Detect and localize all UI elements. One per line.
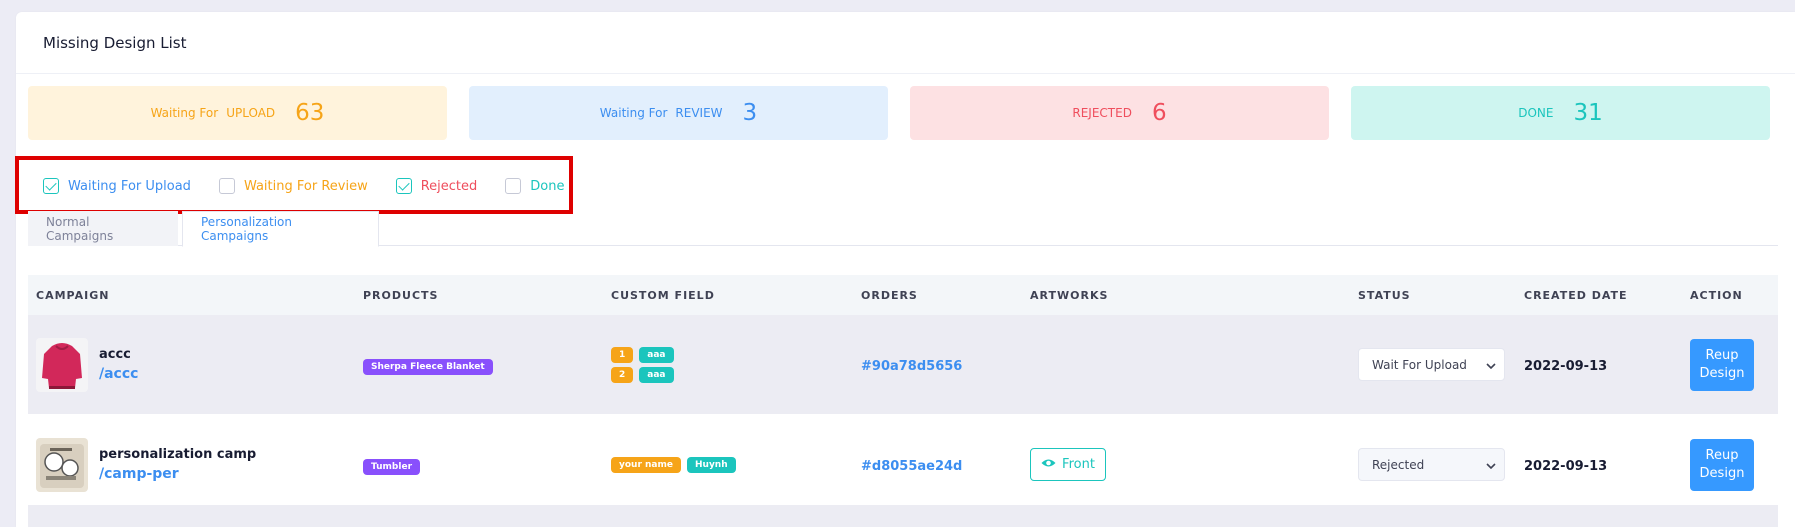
stat-review-count: 3 — [742, 100, 758, 126]
col-header-action: ACTION — [1690, 288, 1743, 302]
chevron-down-icon — [1486, 458, 1496, 472]
table-row: accc /accc Sherpa Fleece Blanket 1 aaa 2… — [28, 315, 1778, 415]
created-date-cell: 2022-09-13 — [1524, 455, 1690, 474]
stat-review-prefix: Waiting For — [599, 106, 668, 120]
stat-done-count: 31 — [1573, 100, 1603, 126]
filter-waiting-review[interactable]: Waiting For Review — [218, 178, 368, 194]
campaign-slug-link[interactable]: /accc — [99, 366, 138, 382]
filter-waiting-upload[interactable]: Waiting For Upload — [43, 178, 191, 194]
col-header-orders: ORDERS — [861, 288, 918, 302]
reup-design-button[interactable]: Reup Design — [1690, 338, 1754, 391]
artworks-cell: Front — [1030, 448, 1358, 481]
stat-upload-key: UPLOAD — [226, 106, 276, 120]
status-cell: Rejected — [1358, 448, 1524, 481]
artwork-front-button[interactable]: Front — [1030, 448, 1106, 481]
custom-field-cell: 1 aaa 2 aaa — [611, 343, 861, 387]
checkbox-checked-icon[interactable] — [43, 178, 59, 194]
stat-card-review: Waiting For REVIEW 3 — [469, 86, 888, 140]
table-header: CAMPAIGN PRODUCTS CUSTOM FIELD ORDERS AR… — [28, 275, 1778, 315]
orders-cell: #d8055ae24d — [861, 455, 1030, 474]
col-header-campaign: CAMPAIGN — [36, 288, 110, 302]
order-link[interactable]: #90a78d5656 — [861, 359, 962, 374]
filter-done[interactable]: Done — [505, 178, 564, 194]
campaign-name: accc — [99, 347, 131, 362]
campaign-tabs: Normal Campaigns Personalization Campaig… — [28, 211, 1778, 247]
eye-icon — [1041, 457, 1056, 472]
status-select[interactable]: Rejected — [1358, 448, 1505, 481]
chevron-down-icon — [1486, 358, 1496, 372]
stat-done-key: DONE — [1518, 106, 1554, 120]
status-cell: Wait For Upload — [1358, 348, 1524, 381]
col-header-custom-field: CUSTOM FIELD — [611, 288, 715, 302]
panel-header: Missing Design List — [16, 12, 1795, 74]
campaign-table: CAMPAIGN PRODUCTS CUSTOM FIELD ORDERS AR… — [28, 275, 1778, 515]
filter-label: Done — [530, 178, 565, 194]
orders-cell: #90a78d5656 — [861, 355, 1030, 374]
col-header-artworks: ARTWORKS — [1030, 288, 1109, 302]
reup-design-button[interactable]: Reup Design — [1690, 438, 1754, 491]
filter-rejected[interactable]: Rejected — [395, 178, 478, 194]
stat-card-rejected: REJECTED 6 — [910, 86, 1329, 140]
created-date: 2022-09-13 — [1524, 359, 1608, 374]
action-cell: Reup Design — [1690, 438, 1778, 491]
status-select[interactable]: Wait For Upload — [1358, 348, 1505, 381]
custom-field-value-badge: Huynh — [687, 456, 736, 473]
campaign-name: personalization camp — [99, 447, 257, 462]
filter-label: Rejected — [420, 178, 478, 194]
custom-field-value-badge: aaa — [639, 366, 674, 383]
stat-rejected-count: 6 — [1151, 100, 1167, 126]
products-cell: Sherpa Fleece Blanket — [363, 354, 611, 375]
campaign-cell: personalization camp /camp-per — [28, 437, 363, 492]
stat-rejected-key: REJECTED — [1072, 106, 1132, 120]
tumbler-thumbnail-icon — [36, 437, 88, 492]
custom-field-key-badge: your name — [611, 456, 681, 473]
checkbox-unchecked-icon[interactable] — [218, 178, 235, 194]
status-select-value: Rejected — [1372, 457, 1425, 472]
next-row-partial — [28, 505, 1778, 527]
artwork-label: Front — [1062, 457, 1095, 472]
custom-field-value-badge: aaa — [639, 346, 674, 363]
order-link[interactable]: #d8055ae24d — [861, 459, 962, 474]
product-badge: Sherpa Fleece Blanket — [363, 359, 493, 375]
col-header-products: PRODUCTS — [363, 288, 439, 302]
tab-normal-campaigns[interactable]: Normal Campaigns — [28, 211, 178, 246]
filter-label: Waiting For Review — [243, 178, 368, 194]
status-select-value: Wait For Upload — [1372, 357, 1467, 372]
products-cell: Tumbler — [363, 454, 611, 475]
tab-personalization-campaigns[interactable]: Personalization Campaigns — [182, 211, 379, 247]
hoodie-thumbnail-icon — [36, 337, 88, 392]
stat-card-done: DONE 31 — [1351, 86, 1770, 140]
created-date-cell: 2022-09-13 — [1524, 355, 1690, 374]
product-badge: Tumbler — [363, 459, 421, 475]
checkbox-unchecked-icon[interactable] — [505, 178, 522, 194]
table-row: personalization camp /camp-per Tumbler y… — [28, 415, 1778, 515]
stat-upload-count: 63 — [295, 100, 325, 126]
col-header-created-date: CREATED DATE — [1524, 288, 1628, 302]
custom-field-cell: your name Huynh — [611, 453, 861, 477]
col-header-status: STATUS — [1358, 288, 1411, 302]
page-title: Missing Design List — [43, 33, 187, 52]
action-cell: Reup Design — [1690, 338, 1778, 391]
stat-review-key: REVIEW — [675, 106, 723, 120]
stat-upload-prefix: Waiting For — [150, 106, 219, 120]
filter-label: Waiting For Upload — [68, 178, 191, 194]
campaign-slug-link[interactable]: /camp-per — [99, 466, 256, 482]
custom-field-key-badge: 1 — [611, 346, 634, 363]
stat-card-upload: Waiting For UPLOAD 63 — [28, 86, 447, 140]
stats-row: Waiting For UPLOAD 63 Waiting For REVIEW… — [28, 86, 1770, 140]
campaign-cell: accc /accc — [28, 337, 363, 392]
created-date: 2022-09-13 — [1524, 459, 1608, 474]
checkbox-checked-icon[interactable] — [395, 178, 412, 194]
custom-field-key-badge: 2 — [611, 366, 634, 383]
status-filters: Waiting For Upload Waiting For Review Re… — [43, 178, 592, 194]
